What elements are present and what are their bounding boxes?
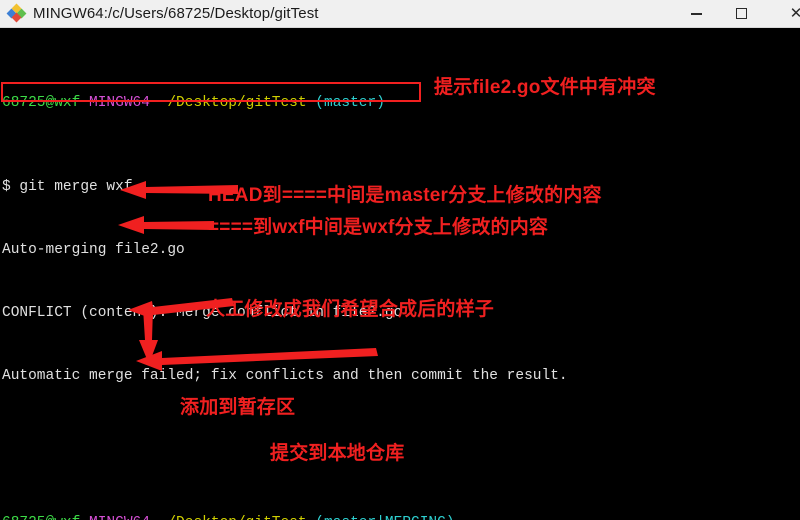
prompt-host: MINGW64 — [89, 95, 150, 111]
prompt-host: MINGW64 — [89, 515, 150, 520]
minimize-button[interactable] — [674, 0, 719, 28]
prompt-branch: (master|MERGING) — [315, 515, 454, 520]
terminal-line-command: $ git merge wxf — [2, 179, 133, 195]
window-titlebar[interactable]: MINGW64:/c/Users/68725/Desktop/gitTest ✕ — [0, 0, 800, 28]
prompt-branch: (master) — [315, 95, 385, 111]
terminal-line-merge-failed: Automatic merge failed; fix conflicts an… — [2, 368, 568, 384]
maximize-icon — [736, 8, 747, 19]
prompt-path: ~/Desktop/gitTest — [159, 515, 307, 520]
mingw64-terminal-window: MINGW64:/c/Users/68725/Desktop/gitTest ✕… — [0, 0, 800, 520]
prompt-line: 68725@wxf MINGW64 ~/Desktop/gitTest (mas… — [2, 93, 800, 114]
mingw-diamond-icon — [6, 3, 27, 23]
maximize-button[interactable] — [719, 0, 764, 28]
window-title: MINGW64:/c/Users/68725/Desktop/gitTest — [33, 5, 319, 22]
window-controls: ✕ — [674, 0, 800, 28]
terminal-line-automerging: Auto-merging file2.go — [2, 242, 185, 258]
terminal-output[interactable]: 68725@wxf MINGW64 ~/Desktop/gitTest (mas… — [0, 28, 800, 520]
close-icon: ✕ — [789, 5, 800, 22]
prompt-user: 68725@wxf — [2, 95, 81, 111]
minimize-icon — [691, 12, 702, 15]
prompt-user: 68725@wxf — [2, 515, 80, 520]
prompt-line: 68725@wxf MINGW64 ~/Desktop/gitTest (mas… — [2, 513, 800, 520]
prompt-path: ~/Desktop/gitTest — [158, 95, 307, 111]
close-button[interactable]: ✕ — [764, 0, 800, 28]
terminal-line-conflict: CONFLICT (content): Merge conflict in fi… — [2, 305, 403, 321]
